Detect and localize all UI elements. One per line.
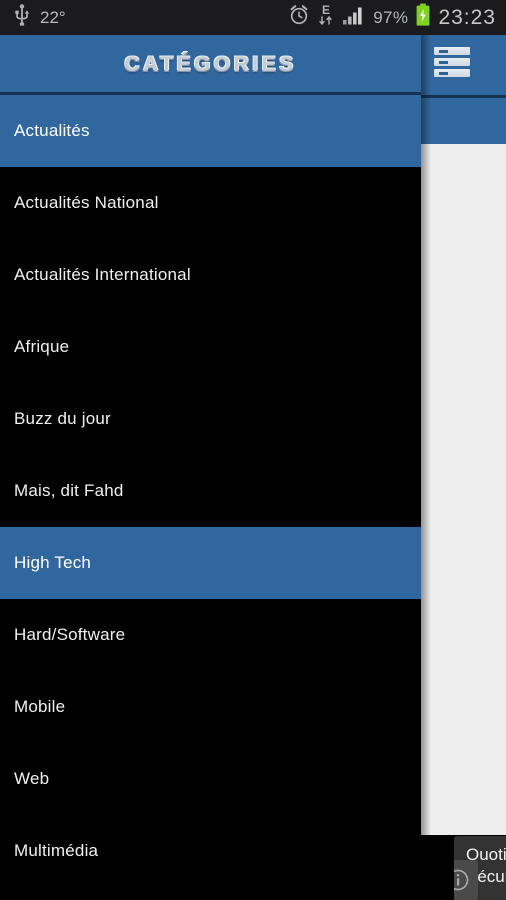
battery-charging-icon [415,3,431,32]
hamburger-bar-2 [434,58,470,66]
hamburger-menu-icon[interactable] [434,47,470,77]
svg-text:E: E [322,3,330,17]
category-item-label: Actualités International [14,265,191,284]
category-item-label: Buzz du jour [14,409,111,428]
category-item-label: Mais, dit Fahd [14,481,124,500]
category-list: Actualités Actualités National Actualités … [0,95,421,900]
category-item-label: Multimédia [14,841,99,860]
category-item-label: Afrique [14,337,70,356]
category-item-7[interactable]: Hard/Software [0,599,421,671]
alarm-clock-icon [288,4,310,31]
category-item-11[interactable]: IT [0,887,421,900]
category-item-8[interactable]: Mobile [0,671,421,743]
edge-data-icon: E [317,3,335,32]
battery-percent-label: 97% [373,7,409,27]
category-item-label: Actualités National [14,193,159,212]
temperature-label: 22° [40,7,66,27]
category-item-4[interactable]: Buzz du jour [0,383,421,455]
category-item-5[interactable]: Mais, dit Fahd [0,455,421,527]
category-item-label: Actualités [14,121,90,140]
status-bar-right: E 97% 23:23 [288,3,506,32]
category-item-2[interactable]: Actualités International [0,239,421,311]
clock-label: 23:23 [438,5,496,29]
hamburger-bar-1 [434,47,470,55]
category-item-3[interactable]: Afrique [0,311,421,383]
status-bar-left: 22° [0,4,66,31]
signal-bars-icon [342,5,366,30]
category-item-label: Web [14,769,50,788]
category-item-1[interactable]: Actualités National [0,167,421,239]
drawer-header: CATÉGORIES [0,35,421,95]
category-item-9[interactable]: Web [0,743,421,815]
info-circle-icon[interactable] [454,860,478,900]
toast-notification[interactable]: Quotidien Sécurité [454,836,506,900]
drawer-title: CATÉGORIES [124,53,297,76]
status-bar: 22° E 97% 23:23 [0,0,506,35]
category-item-label: High Tech [14,553,92,572]
category-item-0[interactable]: Actualités [0,95,421,167]
category-item-label: Hard/Software [14,625,126,644]
category-item-label: Mobile [14,697,66,716]
hamburger-bar-3 [434,69,470,77]
navigation-drawer: CATÉGORIES Actualités Actualités National… [0,35,421,900]
usb-icon [14,4,30,31]
category-item-6[interactable]: High Tech [0,527,421,599]
phone-screen: Appuyez sur une catégorie Quotidien Sécu… [0,0,506,900]
category-item-10[interactable]: Multimédia [0,815,421,887]
